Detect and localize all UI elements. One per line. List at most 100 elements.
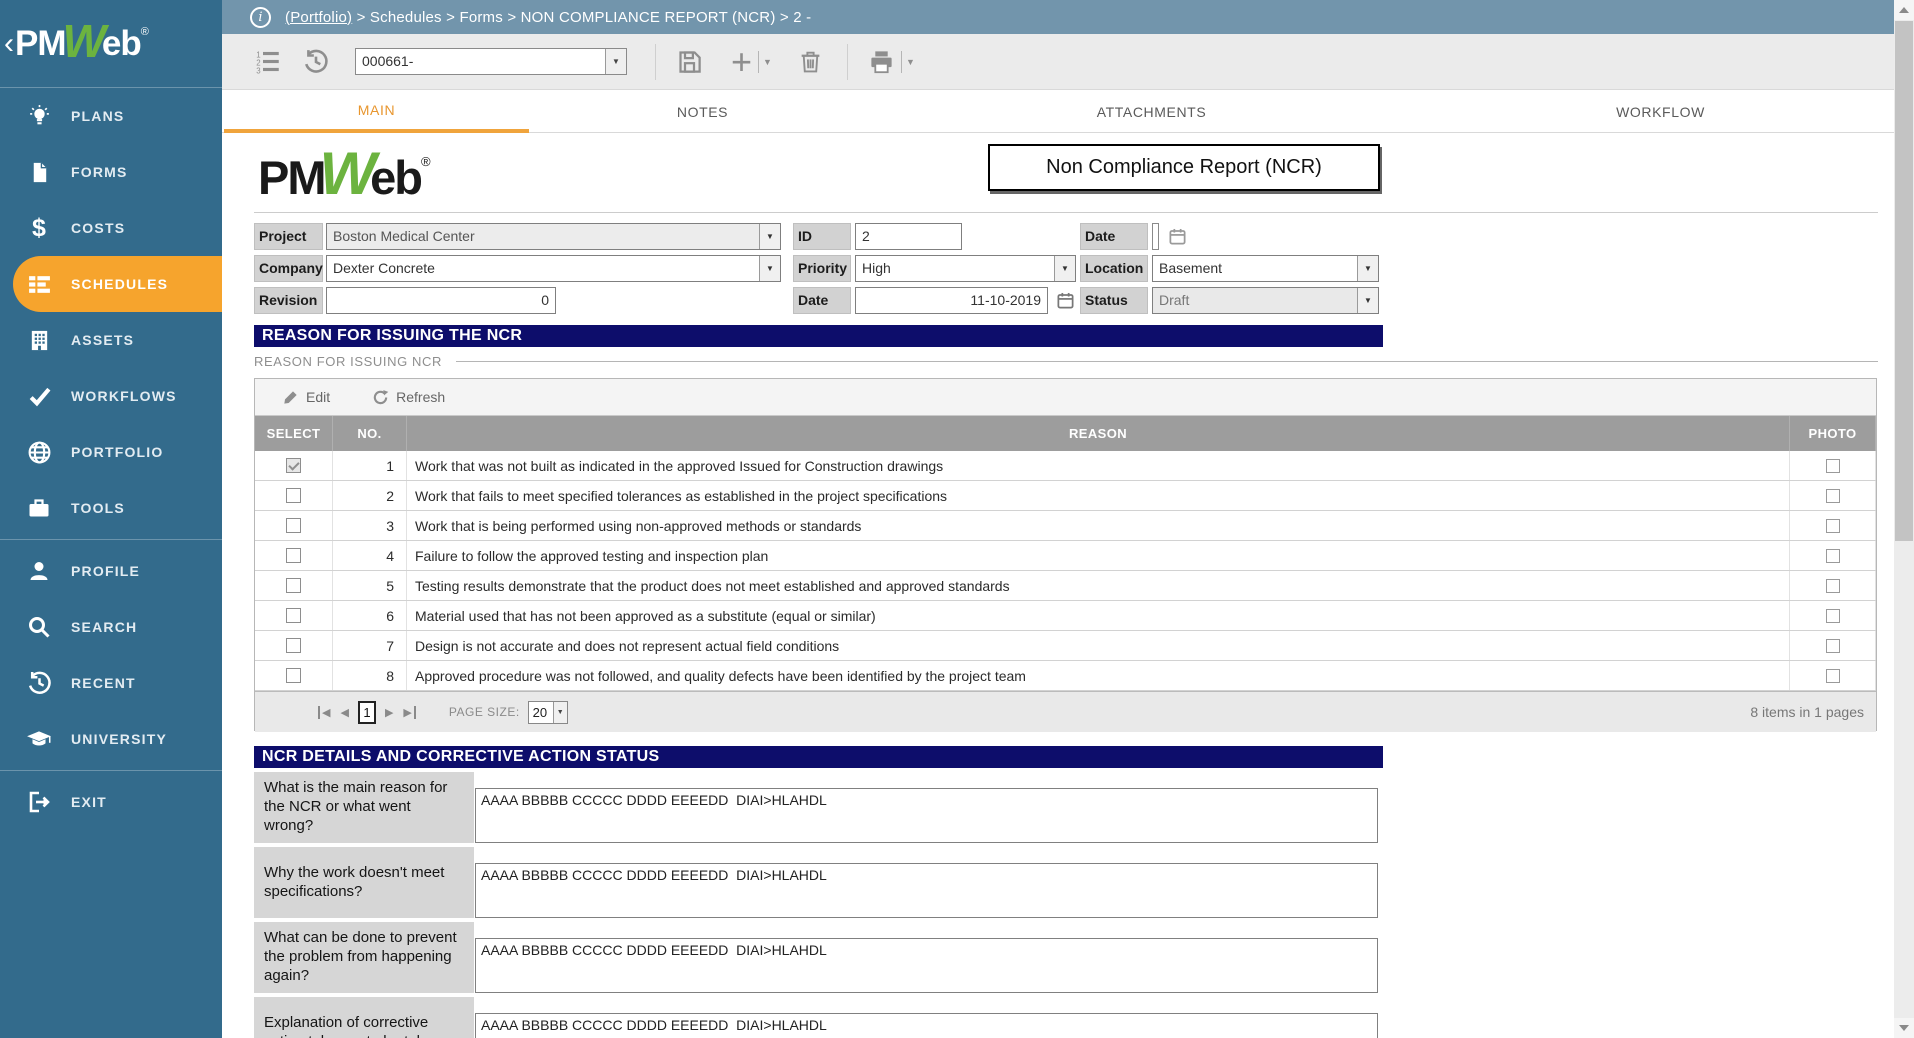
breadcrumb-bar: i (Portfolio) > Schedules > Forms > NON … <box>222 0 1894 34</box>
sidebar-item-tools[interactable]: TOOLS <box>0 480 222 536</box>
scroll-down-button[interactable] <box>1894 1018 1914 1038</box>
print-dropdown[interactable]: ▼ <box>901 51 915 73</box>
sidebar-item-search[interactable]: SEARCH <box>0 599 222 655</box>
select-checkbox[interactable] <box>286 548 301 563</box>
sidebar-item-recent[interactable]: RECENT <box>0 655 222 711</box>
divider <box>254 212 1878 213</box>
calendar-icon[interactable] <box>1168 227 1187 246</box>
breadcrumb-trail: > Schedules > Forms > NON COMPLIANCE REP… <box>352 9 811 26</box>
question-label: What is the main reason for the NCR or w… <box>254 772 474 843</box>
select-checkbox[interactable] <box>286 638 301 653</box>
chevron-down-icon: ▼ <box>906 57 915 67</box>
question-textarea[interactable]: AAAA BBBBB CCCCC DDDD EEEEDD DIAI>HLAHDL <box>475 938 1378 993</box>
add-record-dropdown[interactable]: ▼ <box>758 51 772 73</box>
chevron-down-icon[interactable]: ▼ <box>1357 256 1378 281</box>
select-checkbox[interactable] <box>286 578 301 593</box>
person-icon <box>25 559 53 583</box>
select-checkbox[interactable] <box>286 668 301 683</box>
scroll-up-button[interactable] <box>1894 0 1914 20</box>
date-top-input[interactable] <box>1152 223 1159 250</box>
sidebar-item-schedules[interactable]: SCHEDULES <box>13 256 222 312</box>
date-top-field[interactable] <box>1152 223 1187 250</box>
reason-text: Material used that has not been approved… <box>407 601 1790 630</box>
photo-checkbox[interactable] <box>1826 489 1840 503</box>
record-selector-dropdown-icon[interactable]: ▼ <box>605 49 626 74</box>
photo-checkbox[interactable] <box>1826 519 1840 533</box>
previous-page-button[interactable]: ◀ <box>340 706 348 719</box>
vertical-scrollbar[interactable] <box>1894 0 1914 1038</box>
revision-input[interactable]: 0 <box>326 287 556 314</box>
select-checkbox[interactable] <box>286 608 301 623</box>
add-record-icon[interactable]: + <box>731 49 752 75</box>
pmweb-sidebar-logo[interactable]: ‹ PM W eb ® <box>0 0 222 88</box>
sidebar-item-university[interactable]: UNIVERSITY <box>0 711 222 767</box>
project-select[interactable]: Boston Medical Center▼ <box>326 223 781 250</box>
chevron-down-icon[interactable]: ▼ <box>759 224 780 249</box>
triangle-down-icon <box>1899 1025 1909 1031</box>
chevron-down-icon[interactable]: ▼ <box>1054 256 1075 281</box>
history-icon[interactable] <box>303 49 329 75</box>
select-checkbox[interactable] <box>286 518 301 533</box>
current-page-box[interactable]: 1 <box>358 701 376 724</box>
breadcrumb-portfolio-link[interactable]: (Portfolio) <box>285 9 352 26</box>
last-page-button[interactable]: ▶ <box>403 706 415 719</box>
sidebar-item-exit[interactable]: EXIT <box>0 774 222 830</box>
question-textarea[interactable]: AAAA BBBBB CCCCC DDDD EEEEDD DIAI>HLAHDL <box>475 863 1378 918</box>
sidebar-item-forms[interactable]: FORMS <box>0 144 222 200</box>
reason-table-body: 1 Work that was not built as indicated i… <box>255 451 1876 691</box>
sidebar-item-label: FORMS <box>71 164 128 180</box>
sidebar-item-plans[interactable]: PLANS <box>0 88 222 144</box>
numbered-list-icon[interactable]: 123 <box>254 48 281 75</box>
row-number: 1 <box>333 451 407 480</box>
sidebar-item-costs[interactable]: $ COSTS <box>0 200 222 256</box>
question-textarea[interactable]: AAAA BBBBB CCCCC DDDD EEEEDD DIAI>HLAHDL <box>475 788 1378 843</box>
print-icon[interactable] <box>868 48 895 75</box>
select-checkbox[interactable] <box>286 458 301 473</box>
sidebar-divider <box>0 539 222 540</box>
id-input[interactable]: 2 <box>855 223 962 250</box>
photo-checkbox[interactable] <box>1826 609 1840 623</box>
photo-checkbox[interactable] <box>1826 669 1840 683</box>
select-checkbox[interactable] <box>286 488 301 503</box>
page-size-select[interactable]: 20 ▼ <box>528 701 568 724</box>
pmweb-form-logo: PM W eb ® <box>258 139 431 216</box>
priority-select[interactable]: High▼ <box>855 255 1076 282</box>
first-page-button[interactable]: ◀ <box>318 706 330 719</box>
company-select[interactable]: Dexter Concrete▼ <box>326 255 781 282</box>
sidebar-item-assets[interactable]: ASSETS <box>0 312 222 368</box>
location-label: Location <box>1080 255 1148 282</box>
table-row: 2 Work that fails to meet specified tole… <box>255 481 1876 511</box>
sidebar-item-portfolio[interactable]: PORTFOLIO <box>0 424 222 480</box>
edit-button[interactable]: Edit <box>283 389 330 405</box>
tab-attachments[interactable]: ATTACHMENTS <box>876 90 1427 133</box>
logo-text-w: W <box>63 14 106 68</box>
date-input[interactable]: 11-10-2019 <box>855 287 1048 314</box>
photo-checkbox[interactable] <box>1826 639 1840 653</box>
tab-notes[interactable]: NOTES <box>529 90 876 133</box>
info-icon[interactable]: i <box>250 7 271 28</box>
tab-main[interactable]: MAIN <box>224 90 529 133</box>
location-select[interactable]: Basement▼ <box>1152 255 1379 282</box>
delete-icon[interactable] <box>798 49 823 74</box>
photo-checkbox[interactable] <box>1826 459 1840 473</box>
next-page-button[interactable]: ▶ <box>385 706 393 719</box>
refresh-button[interactable]: Refresh <box>372 389 445 406</box>
photo-checkbox[interactable] <box>1826 579 1840 593</box>
page-size-label: PAGE SIZE: <box>449 705 520 719</box>
question-textarea[interactable]: AAAA BBBBB CCCCC DDDD EEEEDD DIAI>HLAHDL <box>475 1013 1378 1038</box>
save-icon[interactable] <box>676 48 703 75</box>
photo-checkbox[interactable] <box>1826 549 1840 563</box>
calendar-icon[interactable] <box>1056 291 1075 310</box>
record-selector[interactable]: 000661- ▼ <box>355 48 627 75</box>
sidebar-item-profile[interactable]: PROFILE <box>0 543 222 599</box>
status-select[interactable]: Draft▼ <box>1152 287 1379 314</box>
tab-bar: MAIN NOTES ATTACHMENTS WORKFLOW <box>222 90 1894 133</box>
collapse-chevron-icon[interactable]: ‹ <box>4 27 14 61</box>
scrollbar-thumb[interactable] <box>1895 21 1913 541</box>
table-row: 5 Testing results demonstrate that the p… <box>255 571 1876 601</box>
chevron-down-icon[interactable]: ▼ <box>759 256 780 281</box>
details-section-header: NCR DETAILS AND CORRECTIVE ACTION STATUS <box>254 746 1383 768</box>
tab-workflow[interactable]: WORKFLOW <box>1427 90 1894 133</box>
chevron-down-icon[interactable]: ▼ <box>1357 288 1378 313</box>
sidebar-item-workflows[interactable]: WORKFLOWS <box>0 368 222 424</box>
